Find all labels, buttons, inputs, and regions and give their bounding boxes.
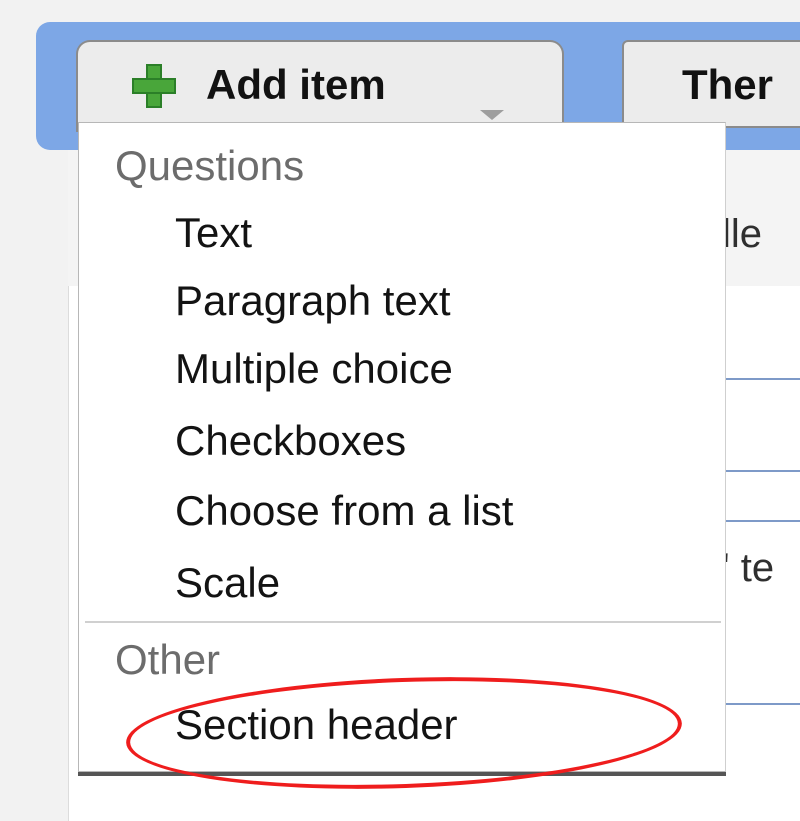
- content-divider: [720, 703, 800, 705]
- add-item-label: Add item: [206, 61, 386, 108]
- theme-button[interactable]: Ther: [622, 40, 800, 128]
- menu-item-checkboxes[interactable]: Checkboxes: [175, 413, 715, 469]
- menu-divider: [85, 621, 721, 623]
- chevron-down-icon: [480, 110, 504, 120]
- menu-heading-questions: Questions: [115, 142, 305, 189]
- menu-item-multiple-choice[interactable]: Multiple choice: [175, 341, 715, 397]
- add-item-menu: Questions Text Paragraph text Multiple c…: [78, 122, 726, 772]
- theme-label: Ther: [682, 61, 774, 108]
- menu-item-scale[interactable]: Scale: [175, 555, 715, 611]
- menu-item-paragraph-text[interactable]: Paragraph text: [175, 273, 715, 329]
- content-divider: [720, 470, 800, 472]
- menu-item-text[interactable]: Text: [175, 205, 715, 261]
- background-text-fragment: ' te: [722, 546, 775, 590]
- background-text-fragment: lle: [722, 212, 763, 256]
- menu-heading-other: Other: [115, 636, 221, 683]
- content-divider: [720, 520, 800, 522]
- add-item-button[interactable]: Add item: [76, 40, 564, 132]
- plus-icon: [132, 64, 176, 108]
- menu-item-choose-from-a-list[interactable]: Choose from a list: [175, 483, 715, 539]
- content-divider: [720, 378, 800, 380]
